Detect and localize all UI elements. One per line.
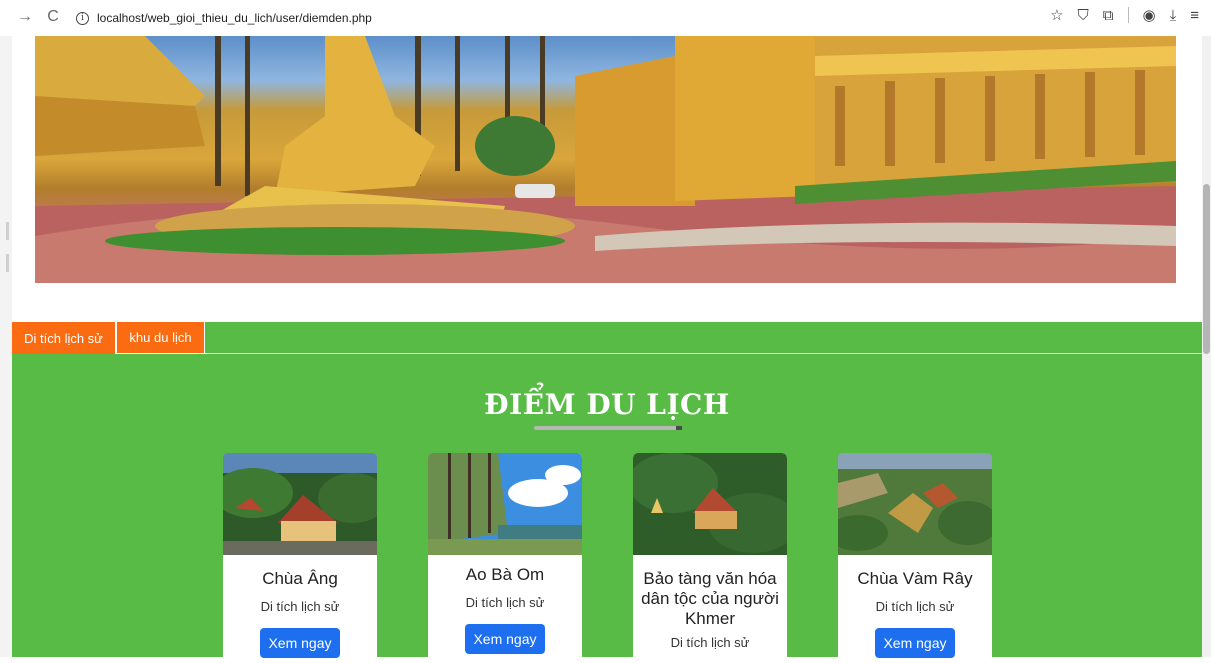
url-text: localhost/web_gioi_thieu_du_lich/user/di… [97,11,372,25]
destination-card: Chùa Vàm Rây Di tích lịch sử Xem ngay [838,453,992,663]
title-underline [534,426,682,430]
account-icon[interactable]: ◉ [1143,6,1156,24]
tab-divider [205,353,1202,354]
card-title: Chùa Vàm Rây [857,569,973,588]
destination-card: Bảo tàng văn hóa dân tộc của người Khmer… [633,453,787,663]
destination-card: Chùa Âng Di tích lịch sử Xem ngay [223,453,377,663]
section-title: ĐIỂM DU LỊCH [484,388,730,421]
banner-image [35,36,1176,283]
edge-mark [6,222,9,240]
scrollbar-thumb[interactable] [1203,184,1210,354]
menu-icon[interactable]: ≡ [1190,7,1199,24]
card-title: Bảo tàng văn hóa dân tộc của người Khmer [641,569,779,628]
address-bar[interactable]: i localhost/web_gioi_thieu_du_lich/user/… [76,8,372,28]
tab-di-tich-lich-su[interactable]: Di tích lịch sử [12,322,116,354]
browser-toolbar: → C i localhost/web_gioi_thieu_du_lich/u… [0,0,1211,36]
star-icon[interactable]: ☆ [1050,6,1063,24]
tab-khu-du-lich[interactable]: khu du lịch [116,322,205,354]
title-underline-tip [676,426,682,430]
download-icon[interactable]: ⤓ [1170,7,1177,24]
toolbar-separator [1127,7,1129,23]
extensions-icon[interactable]: ⧉ [1103,7,1114,24]
card-category: Di tích lịch sử [670,635,750,650]
xem-ngay-button[interactable]: Xem ngay [465,624,545,654]
card-title: Ao Bà Om [465,565,545,584]
left-edge [0,36,12,657]
xem-ngay-button[interactable]: Xem ngay [875,628,955,658]
card-image[interactable] [633,453,787,555]
card-category: Di tích lịch sử [465,595,545,610]
browser-actions: ☆ ⛉ ⧉ ◉ ⤓ ≡ [1050,6,1199,25]
xem-ngay-button[interactable]: Xem ngay [260,628,340,658]
card-image[interactable] [838,453,992,555]
card-title: Chùa Âng [262,569,338,588]
shield-icon[interactable]: ⛉ [1078,7,1089,24]
card-category: Di tích lịch sử [260,599,340,614]
page-content: Di tích lịch sử khu du lịch ĐIỂM DU LỊCH… [12,36,1202,663]
edge-mark [6,254,9,272]
destination-card: Ao Bà Om Di tích lịch sử Xem ngay [428,453,582,663]
card-category: Di tích lịch sử [875,599,955,614]
banner-illustration [35,36,1176,283]
forward-icon[interactable]: → [14,6,36,28]
info-icon[interactable]: i [76,11,89,25]
card-image[interactable] [428,453,582,555]
destinations-section: Di tích lịch sử khu du lịch ĐIỂM DU LỊCH… [12,322,1202,663]
reload-icon[interactable]: C [42,6,64,28]
category-tabs: Di tích lịch sử khu du lịch [12,322,205,354]
vertical-scrollbar[interactable] [1202,36,1211,657]
card-image[interactable] [223,453,377,555]
